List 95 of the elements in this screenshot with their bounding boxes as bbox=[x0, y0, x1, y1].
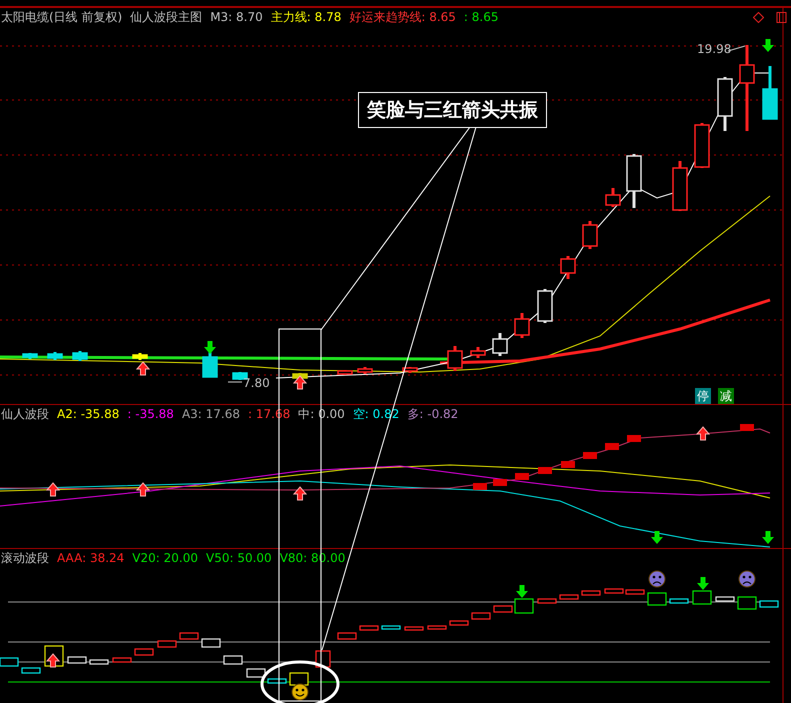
stock-title: 太阳电缆(日线 前复权) bbox=[1, 8, 122, 26]
signal-badge: 减 bbox=[718, 388, 734, 404]
band-step-box bbox=[715, 596, 735, 602]
indicator-bar bbox=[627, 435, 641, 442]
down-arrow-icon bbox=[697, 577, 709, 590]
band-step-box bbox=[223, 655, 243, 665]
square-icon[interactable] bbox=[776, 12, 787, 22]
candlestick bbox=[672, 161, 688, 211]
band-step-box bbox=[471, 612, 491, 620]
indicator-reading: 好运来趋势线: 8.65 bbox=[349, 8, 456, 26]
candlestick bbox=[762, 66, 778, 120]
diamond-icon[interactable] bbox=[753, 12, 764, 22]
indicator-reading: : -35.88 bbox=[127, 407, 174, 421]
candlestick bbox=[47, 352, 63, 360]
up-arrow-icon bbox=[696, 426, 710, 440]
band-step-box bbox=[692, 590, 712, 605]
indicator-bar bbox=[473, 483, 487, 490]
candlestick bbox=[202, 351, 218, 378]
candlestick bbox=[337, 370, 353, 375]
indicator-reading: V20: 20.00 bbox=[132, 551, 198, 565]
indicator-bar bbox=[605, 443, 619, 450]
indicator-bar bbox=[583, 452, 597, 459]
band-step-box bbox=[737, 596, 757, 610]
indicator-reading: A3: 17.68 bbox=[182, 407, 240, 421]
indicator-bar bbox=[740, 424, 754, 431]
down-arrow-icon bbox=[516, 585, 528, 598]
candlestick bbox=[402, 367, 418, 373]
indicator-reading: M3: 8.70 bbox=[210, 10, 263, 24]
panel-title: 仙人波段 bbox=[1, 406, 49, 422]
candlestick bbox=[232, 372, 248, 380]
band-step-box bbox=[157, 640, 177, 648]
band-step-box bbox=[359, 625, 379, 631]
candlestick bbox=[72, 351, 88, 361]
up-arrow-icon bbox=[46, 482, 60, 496]
indicator-reading: V50: 50.00 bbox=[206, 551, 272, 565]
candlestick bbox=[537, 289, 553, 323]
band-step-box bbox=[289, 672, 309, 686]
band-step-box bbox=[337, 632, 357, 640]
indicator-reading: 主力线: 8.78 bbox=[270, 8, 342, 26]
indicator-bar bbox=[493, 479, 507, 486]
indicator-reading: 多: -0.82 bbox=[407, 406, 458, 422]
smiley-face-icon bbox=[292, 684, 308, 700]
candlestick bbox=[492, 333, 508, 356]
candlestick bbox=[694, 123, 710, 168]
up-arrow-icon bbox=[136, 482, 150, 496]
indicator-reading: A2: -35.88 bbox=[57, 407, 120, 421]
band-step-box bbox=[21, 667, 41, 674]
up-arrow-icon bbox=[136, 361, 150, 376]
down-arrow-icon bbox=[204, 341, 216, 354]
sad-face-icon bbox=[738, 570, 756, 588]
candlestick bbox=[626, 154, 642, 208]
candlestick bbox=[605, 188, 621, 207]
signal-badge: 停 bbox=[695, 388, 711, 404]
indicator-bar bbox=[515, 473, 529, 480]
panel-title: 滚动波段 bbox=[1, 550, 49, 566]
down-arrow-icon bbox=[762, 531, 774, 544]
indicator-reading: : 8.65 bbox=[464, 10, 498, 24]
sad-face-icon bbox=[648, 570, 666, 588]
up-arrow-icon bbox=[292, 375, 308, 390]
high-price-label: 19.98 bbox=[697, 42, 732, 56]
indicator-reading: AAA: 38.24 bbox=[57, 551, 124, 565]
band-step-box bbox=[112, 657, 132, 663]
candlestick bbox=[357, 367, 373, 374]
candlestick bbox=[470, 347, 486, 358]
band-step-box bbox=[404, 626, 424, 631]
candlestick bbox=[582, 221, 598, 249]
down-arrow-icon bbox=[762, 39, 774, 52]
indicator-name: 仙人波段主图 bbox=[130, 8, 202, 26]
band-step-box bbox=[581, 590, 601, 596]
band-step-box bbox=[179, 632, 199, 640]
candlestick bbox=[514, 313, 530, 338]
band-step-box bbox=[381, 625, 401, 630]
band-step-box bbox=[449, 620, 469, 626]
candlestick bbox=[447, 346, 463, 371]
candlestick bbox=[22, 353, 38, 359]
band-step-box bbox=[559, 594, 579, 600]
indicator-bar bbox=[538, 467, 552, 474]
band-step-box bbox=[669, 598, 689, 604]
indicator-bar bbox=[561, 461, 575, 468]
band-step-box bbox=[427, 625, 447, 630]
annotation-label: 笑脸与三红箭头共振 bbox=[358, 92, 547, 128]
up-arrow-icon bbox=[292, 486, 308, 500]
band-step-box bbox=[89, 659, 109, 665]
down-arrow-icon bbox=[651, 531, 663, 544]
candlestick bbox=[560, 256, 576, 279]
band-step-box bbox=[537, 598, 557, 604]
band-step-box bbox=[647, 592, 667, 606]
low-price-label: 7.80 bbox=[243, 376, 270, 390]
band-step-box bbox=[134, 648, 154, 656]
band-step-box bbox=[759, 600, 779, 608]
candlestick bbox=[717, 77, 733, 131]
band-step-box bbox=[67, 656, 87, 664]
up-arrow-icon bbox=[46, 653, 60, 668]
band-step-box bbox=[201, 638, 221, 648]
candlestick bbox=[132, 353, 148, 360]
